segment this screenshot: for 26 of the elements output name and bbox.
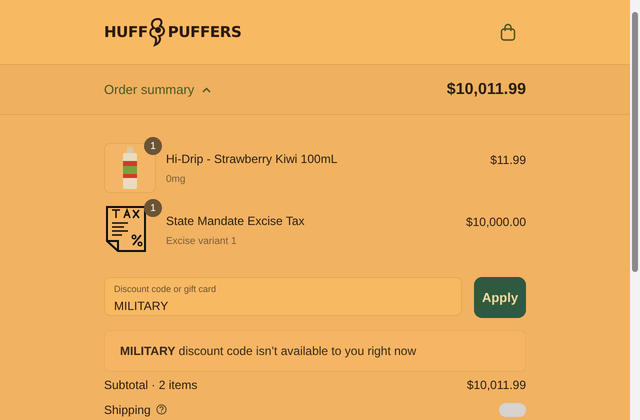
- item-variant: 0mg: [166, 172, 186, 186]
- item-name: State Mandate Excise Tax: [166, 212, 306, 230]
- item-name: Hi-Drip - Strawberry Kiwi 100mL: [166, 150, 338, 168]
- total-label: Subtotal · 2 items: [104, 376, 198, 394]
- item-price: $11.99: [490, 152, 526, 169]
- logo-text: HUFF: [104, 22, 148, 43]
- bottle-drawing: [122, 147, 138, 189]
- field-value: MILITARY: [114, 298, 170, 314]
- error-message: MILITARY discount code isn’t available to you right now: [120, 343, 416, 360]
- quantity-badge: 1: [144, 137, 162, 155]
- help-icon[interactable]: [156, 404, 167, 415]
- item-variant: Excise variant 1: [166, 234, 238, 248]
- total-value: $10,011.99: [466, 376, 526, 394]
- quantity-badge: 1: [144, 199, 162, 217]
- loading-placeholder: [499, 402, 526, 416]
- shopping-bag-icon[interactable]: [500, 23, 516, 41]
- order-summary-toggle[interactable]: Order summary: [104, 80, 212, 100]
- apply-button[interactable]: Apply: [474, 277, 526, 318]
- order-total: $10,011.99: [446, 80, 526, 100]
- item-price: $10,000.00: [466, 214, 526, 231]
- total-label: Shipping: [104, 402, 151, 418]
- discount-code-field[interactable]: Discount code or gift card MILITARY: [104, 277, 462, 316]
- chevron-up-icon: [202, 86, 212, 92]
- smoke-emblem-icon: [148, 17, 168, 47]
- scrollbar[interactable]: [630, 0, 640, 420]
- logo-text: PUFFERS: [168, 22, 242, 43]
